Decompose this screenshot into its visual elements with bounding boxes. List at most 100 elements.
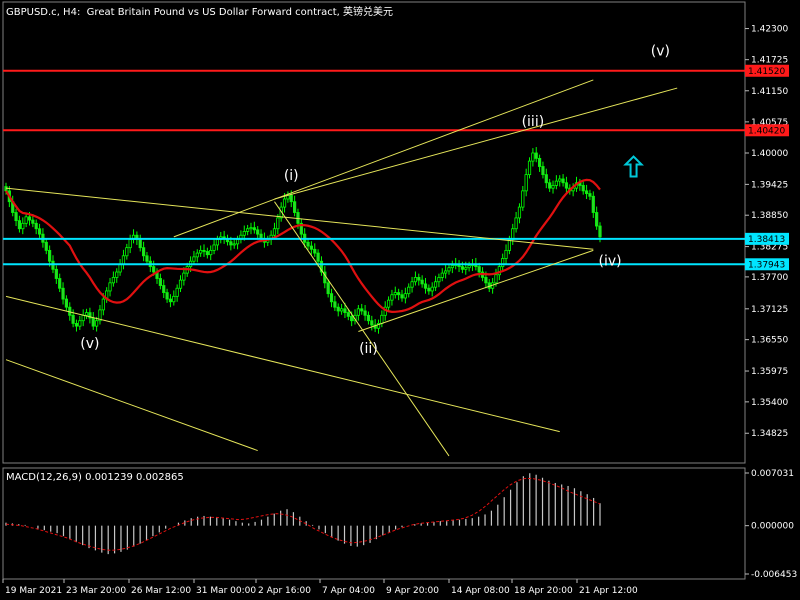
- candle-body: [350, 315, 354, 322]
- trend-line: [274, 87, 678, 200]
- candle-body: [91, 317, 95, 327]
- candle-body: [14, 212, 18, 222]
- candle-body: [326, 282, 330, 295]
- candle-body: [339, 308, 344, 312]
- candle-body: [413, 277, 418, 283]
- candle-body: [403, 293, 407, 299]
- macd-pane-border: [2, 467, 746, 580]
- candle-body: [407, 286, 411, 295]
- macd-tick-label: 0.007031: [751, 469, 794, 479]
- candle-body: [54, 268, 58, 279]
- candle-body: [282, 198, 287, 208]
- candle-body: [74, 323, 79, 327]
- candle-body: [209, 249, 213, 256]
- candle-body: [37, 228, 42, 235]
- candle-body: [527, 160, 532, 176]
- candle-body: [178, 279, 183, 289]
- candle-body: [272, 228, 277, 236]
- y-tick-label: 1.38850: [751, 211, 788, 221]
- wave-label: (ii): [359, 341, 378, 357]
- candle-body: [386, 299, 391, 308]
- candle-body: [108, 282, 112, 292]
- candle-body: [464, 267, 468, 270]
- candle-body: [380, 314, 384, 324]
- candle-body: [551, 185, 555, 189]
- candle-body: [78, 320, 82, 327]
- candle-body: [17, 220, 22, 230]
- candle-body: [293, 201, 297, 213]
- candle-body: [256, 229, 260, 235]
- candle-body: [145, 255, 149, 262]
- candle-body: [158, 278, 162, 286]
- candle-body: [329, 293, 334, 303]
- candle-body: [306, 241, 310, 247]
- candle-body: [95, 320, 99, 327]
- candle-body: [152, 266, 156, 273]
- y-tick-label: 1.37700: [751, 273, 788, 283]
- candle-body: [423, 283, 428, 289]
- candle-body: [433, 281, 438, 288]
- candle-body: [84, 312, 89, 316]
- candle-body: [561, 178, 565, 184]
- y-tick-label: 1.41150: [751, 87, 788, 97]
- x-tick-label: 2 Apr 16:00: [258, 586, 311, 596]
- x-tick-label: 26 Mar 12:00: [131, 586, 191, 596]
- candle-body: [125, 247, 129, 257]
- x-tick-label: 18 Apr 20:00: [514, 586, 573, 596]
- timeframe-label: H4: [63, 7, 77, 18]
- candle-body: [346, 312, 350, 317]
- symbol-label: GBPUSD.c: [6, 7, 57, 18]
- candle-body: [309, 245, 313, 250]
- candle-body: [58, 278, 62, 289]
- candle-body: [316, 252, 320, 262]
- y-tick-label: 1.37125: [751, 305, 788, 315]
- candle-body: [541, 166, 545, 176]
- x-tick-label: 7 Apr 04:00: [322, 586, 375, 596]
- candle-body: [121, 255, 126, 265]
- wave-label: (i): [284, 168, 299, 184]
- candle-body: [370, 320, 374, 326]
- candle-body: [212, 244, 216, 251]
- candle-body: [417, 277, 421, 281]
- candle-body: [537, 158, 542, 167]
- candle-body: [584, 190, 589, 194]
- candle-body: [504, 249, 508, 259]
- candle-body: [202, 249, 206, 252]
- candle-body: [477, 266, 481, 273]
- candle-body: [252, 227, 256, 231]
- candle-body: [235, 239, 240, 245]
- y-tick-label: 1.39425: [751, 180, 788, 190]
- candle-body: [182, 272, 186, 281]
- trend-line: [5, 187, 594, 250]
- candle-body: [199, 249, 203, 254]
- candle-body: [467, 265, 471, 269]
- x-tick-label: 23 Mar 20:00: [66, 586, 126, 596]
- candle-body: [34, 222, 38, 230]
- candle-body: [64, 298, 69, 308]
- candle-body: [447, 267, 451, 272]
- candle-body: [440, 272, 444, 278]
- candle-body: [175, 287, 179, 297]
- forex-chart[interactable]: 1.423001.417251.411501.405751.400001.394…: [0, 0, 800, 600]
- candle-body: [564, 182, 569, 189]
- candle-body: [27, 216, 32, 221]
- y-tick-label: 1.35400: [751, 398, 788, 408]
- candle-body: [289, 194, 293, 203]
- wave-label: (iv): [599, 254, 622, 270]
- trend-line: [5, 359, 258, 452]
- candle-body: [548, 182, 552, 189]
- candle-body: [494, 274, 498, 284]
- candle-body: [141, 247, 146, 257]
- candle-body: [366, 314, 371, 322]
- candle-body: [192, 256, 196, 262]
- candle-body: [410, 281, 414, 288]
- candle-body: [21, 222, 25, 230]
- candle-body: [484, 277, 488, 284]
- candle-body: [232, 243, 236, 246]
- y-tick-label: 1.35975: [751, 367, 788, 377]
- candle-body: [460, 266, 465, 270]
- x-tick-label: 14 Apr 08:00: [451, 586, 510, 596]
- candle-body: [343, 308, 347, 313]
- candle-body: [111, 277, 115, 284]
- candle-body: [313, 248, 317, 254]
